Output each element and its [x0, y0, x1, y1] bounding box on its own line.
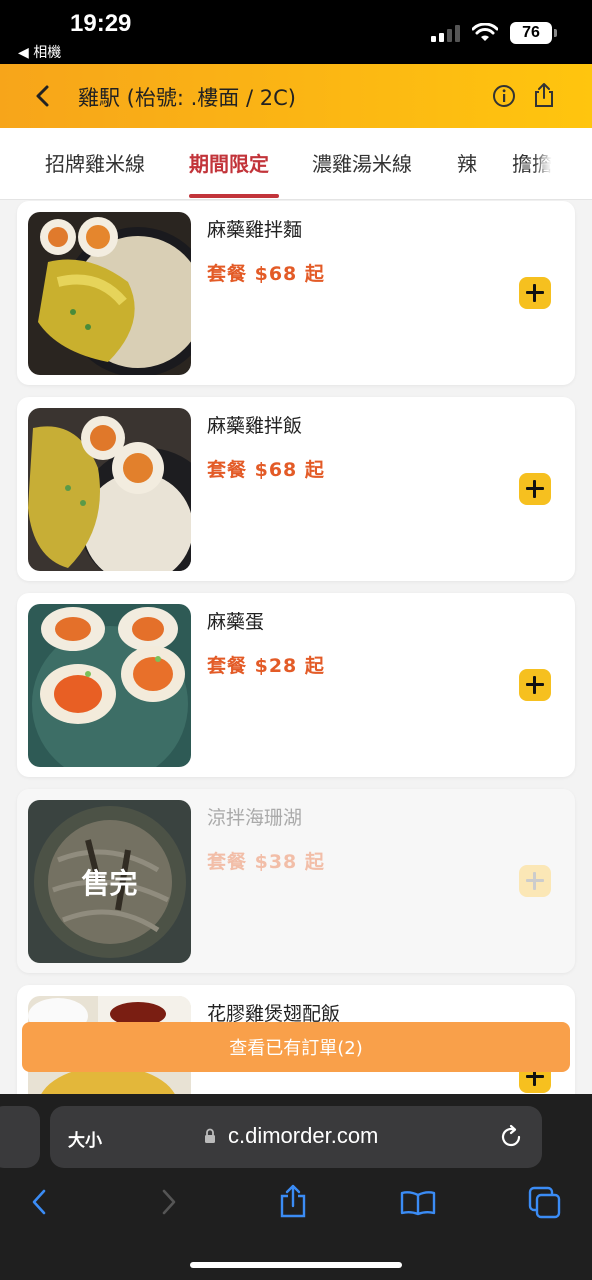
battery-icon: 76 [510, 22, 557, 44]
tab-signature-noodles[interactable]: 招牌雞米線 [45, 148, 145, 177]
text-size-button[interactable]: 大小 [68, 1126, 102, 1151]
bookmarks-icon[interactable] [400, 1190, 436, 1216]
tab-spicy[interactable]: 辣 [457, 148, 477, 177]
dish-price: 套餐 $28 起 [207, 655, 325, 677]
menu-item-card[interactable]: 麻藥雞拌飯 套餐 $68 起 [17, 397, 575, 581]
status-bar: 19:29 ◀ 相機 76 [0, 0, 592, 64]
dish-price: 套餐 $38 起 [207, 851, 325, 873]
dish-photo [28, 604, 191, 767]
sold-out-label: 售完 [28, 800, 191, 963]
share-sheet-icon[interactable] [278, 1184, 308, 1218]
add-to-cart-button-disabled [519, 865, 551, 897]
address-bar[interactable]: 大小 c.dimorder.com [50, 1106, 542, 1168]
cellular-signal-icon [431, 24, 460, 42]
info-icon[interactable] [492, 84, 516, 108]
add-to-cart-button[interactable] [519, 277, 551, 309]
menu-item-card[interactable]: 麻藥雞拌麵 套餐 $68 起 [17, 201, 575, 385]
tab-dandan[interactable]: 擔擔 [512, 148, 552, 177]
page-title: 雞駅 (枱號: .樓面 / 2C) [78, 86, 296, 110]
view-orders-button[interactable]: 查看已有訂單(2) [22, 1022, 570, 1072]
browser-toolbar: 大小 c.dimorder.com [0, 1094, 592, 1280]
wifi-icon [472, 23, 498, 41]
tab-rich-soup-noodles[interactable]: 濃雞湯米線 [312, 148, 412, 177]
category-tabs: 招牌雞米線 期間限定 濃雞湯米線 辣 擔擔 [0, 128, 592, 200]
active-tab-indicator [189, 194, 279, 198]
back-to-app-link[interactable]: ◀ 相機 [18, 42, 61, 62]
clock: 19:29 [70, 10, 132, 37]
lock-icon [205, 1128, 215, 1143]
back-arrow-icon[interactable] [32, 84, 56, 108]
add-to-cart-button[interactable] [519, 473, 551, 505]
status-icons: 76 [431, 22, 557, 44]
dish-photo [28, 212, 191, 375]
reload-icon[interactable] [498, 1124, 524, 1150]
home-indicator[interactable] [190, 1262, 402, 1268]
dish-name: 麻藥雞拌飯 [207, 415, 303, 437]
dish-name: 麻藥蛋 [207, 611, 265, 633]
forward-icon [162, 1189, 176, 1215]
dish-name: 麻藥雞拌麵 [207, 219, 303, 241]
share-icon[interactable] [532, 82, 556, 108]
back-icon[interactable] [28, 1188, 52, 1216]
dish-name: 涼拌海珊湖 [207, 807, 303, 829]
add-to-cart-button[interactable] [519, 669, 551, 701]
menu-item-card[interactable]: 麻藥蛋 套餐 $28 起 [17, 593, 575, 777]
dish-price: 套餐 $68 起 [207, 459, 325, 481]
dish-photo: 售完 [28, 800, 191, 963]
dish-price: 套餐 $68 起 [207, 263, 325, 285]
dish-photo [28, 408, 191, 571]
tabs-icon[interactable] [528, 1186, 562, 1220]
previous-tab-preview[interactable] [0, 1106, 40, 1168]
menu-list: 麻藥雞拌麵 套餐 $68 起 麻藥雞拌飯 套餐 $68 起 麻藥蛋 套餐 $28… [0, 200, 592, 1095]
tab-limited-time[interactable]: 期間限定 [189, 148, 269, 177]
app-header: 雞駅 (枱號: .樓面 / 2C) [0, 64, 592, 128]
url-text: c.dimorder.com [228, 1123, 379, 1148]
menu-item-card: 售完 涼拌海珊湖 套餐 $38 起 [17, 789, 575, 973]
